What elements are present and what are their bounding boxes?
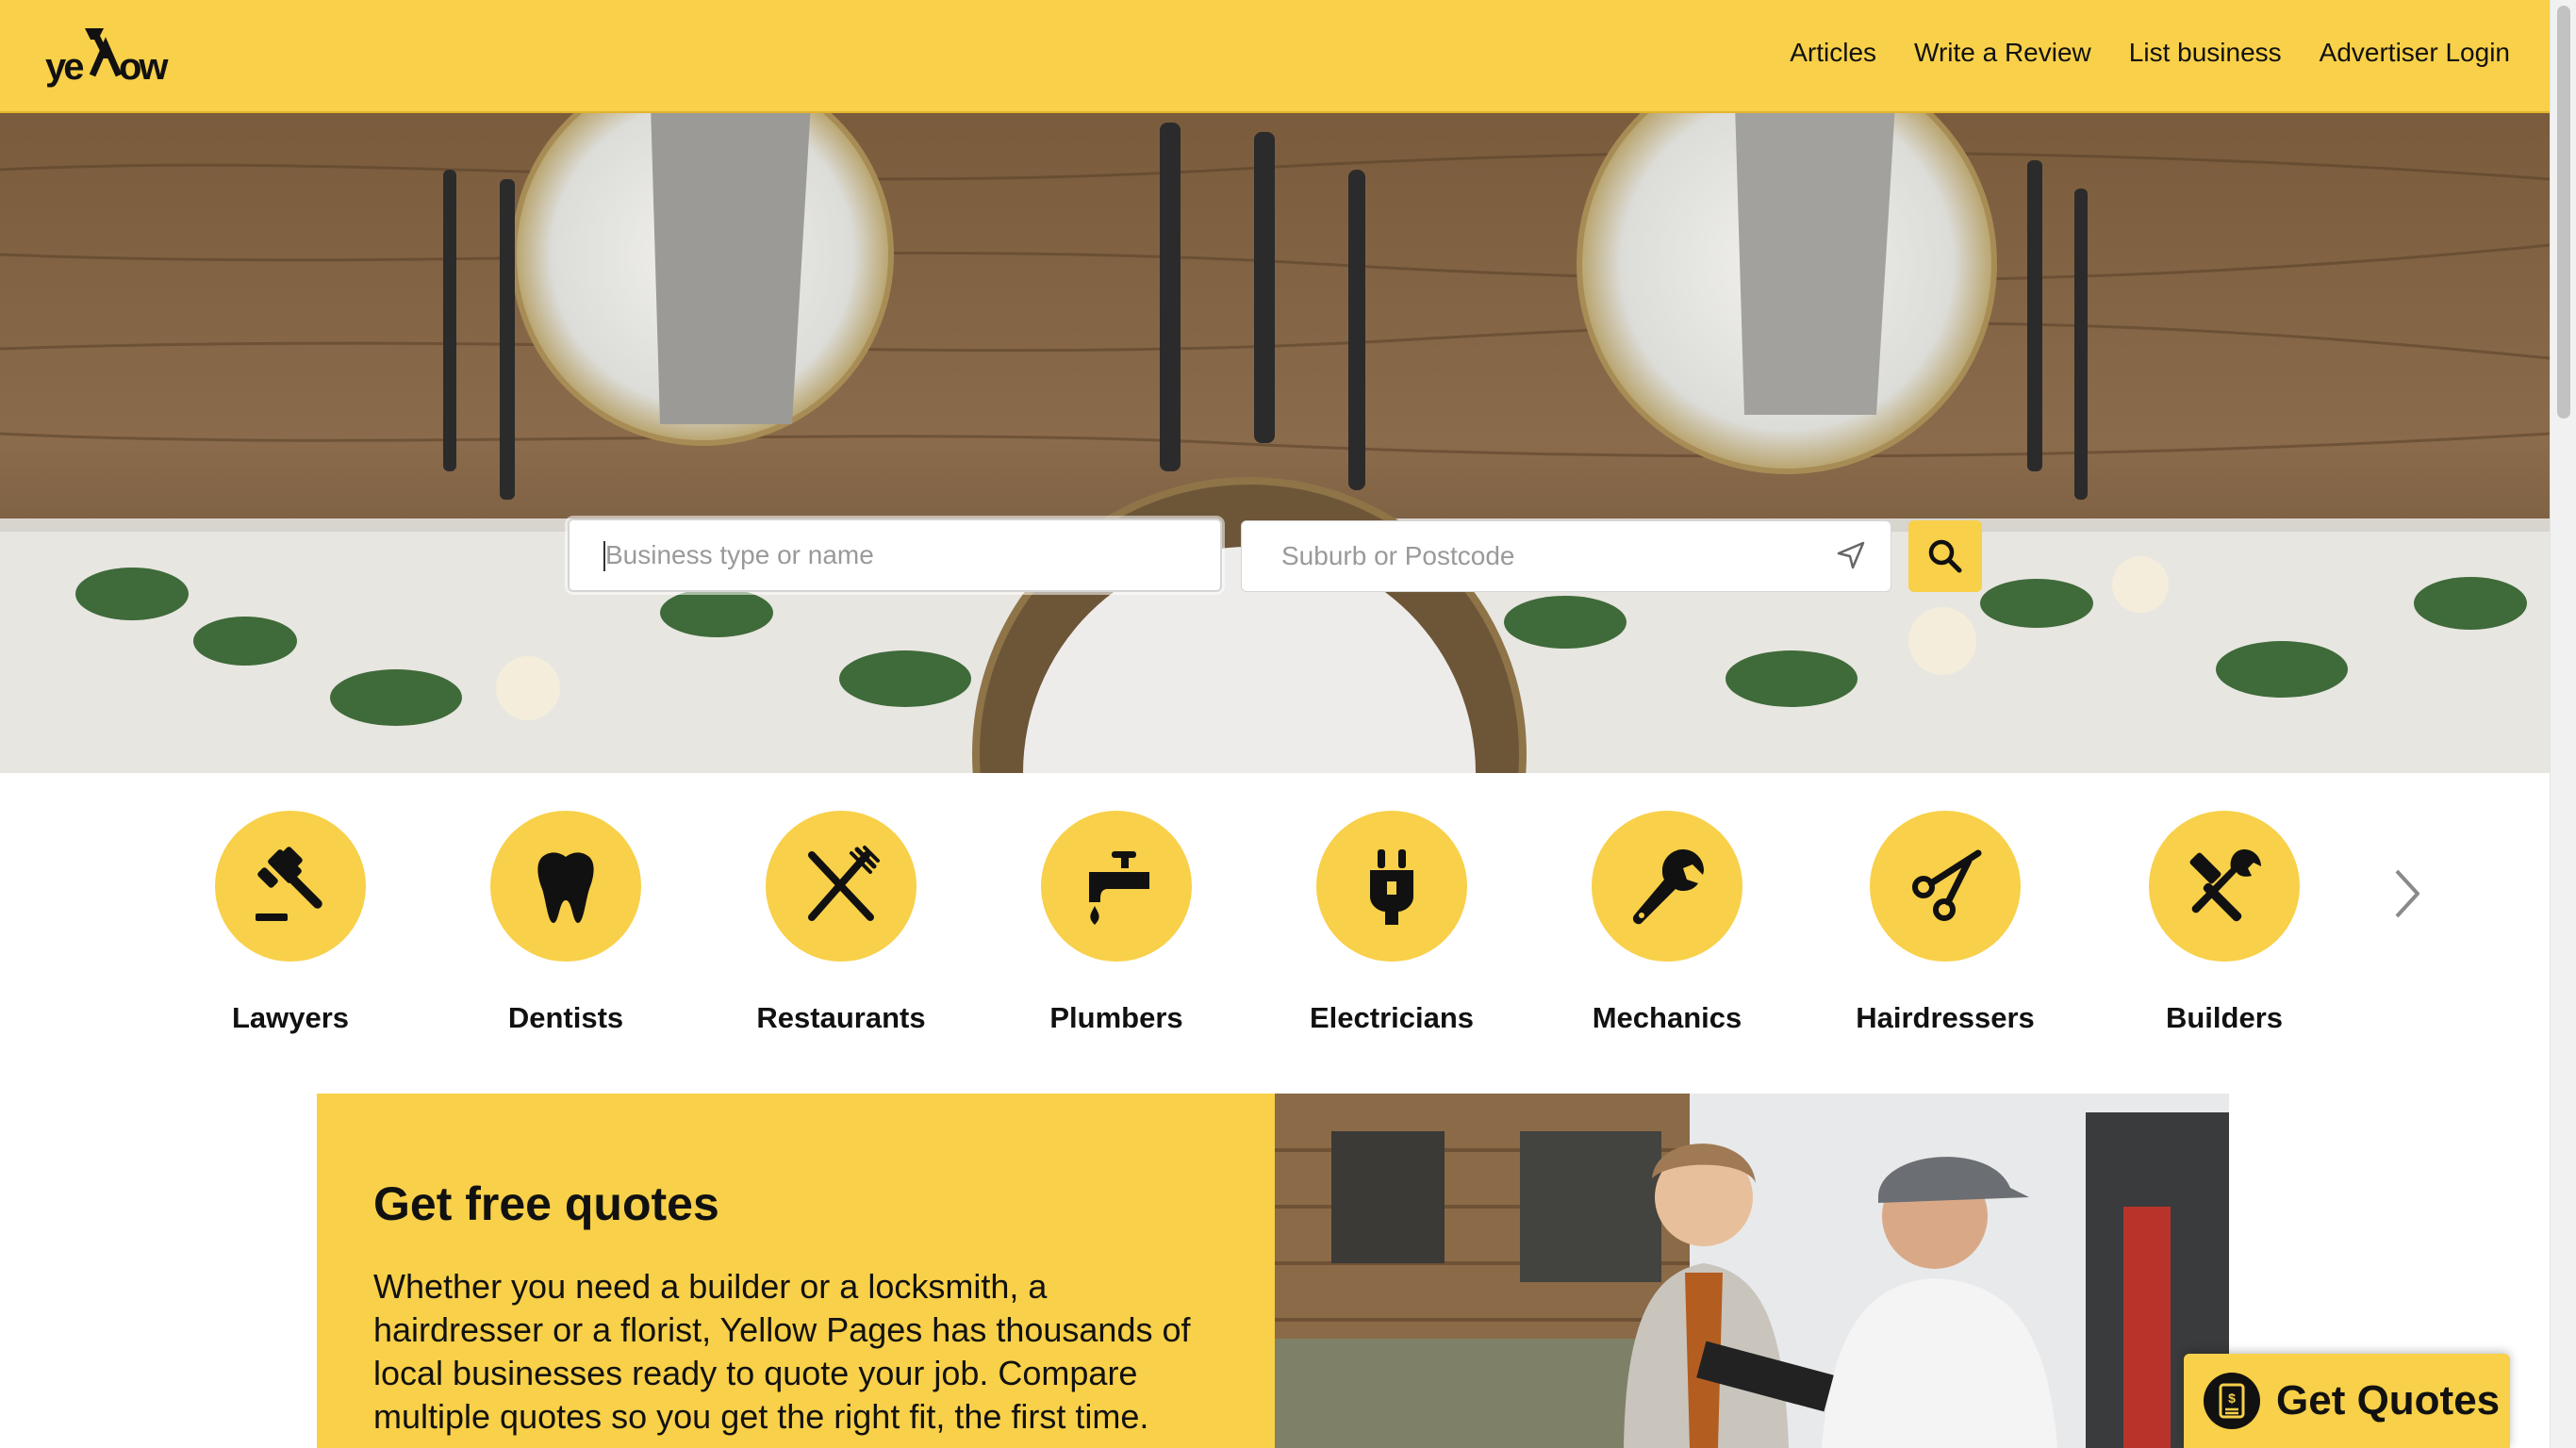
category-builders[interactable]: Builders [2102,811,2347,1035]
quote-dollar-icon: $ [2204,1373,2260,1429]
category-hairdressers[interactable]: Hairdressers [1823,811,2068,1035]
category-icon-circle [1316,811,1467,962]
page-scrollbar[interactable] [2550,0,2576,1448]
free-quotes-title: Get free quotes [373,1177,719,1230]
free-quotes-panel: Get free quotes Whether you need a build… [317,1094,1275,1448]
category-icon-circle [490,811,641,962]
site-header: ye ow Articles Write a Review List busin… [0,0,2550,113]
wrench-icon [1632,849,1704,925]
category-label: Lawyers [231,1001,350,1034]
category-plumbers[interactable]: Plumbers [994,811,1239,1035]
search-icon [1928,539,1962,573]
fork-knife-icon [808,846,880,921]
location-search-input[interactable] [1241,520,1891,592]
scrollbar-thumb[interactable] [2557,6,2570,419]
chevron-right-icon[interactable] [2386,865,2427,922]
get-quotes-button[interactable]: $ Get Quotes [2184,1354,2510,1448]
gavel-icon [256,847,322,921]
nav-write-review[interactable]: Write a Review [1914,38,2091,68]
category-label: Builders [2165,1001,2284,1034]
free-quotes-description: Whether you need a builder or a locksmit… [373,1267,1191,1436]
svg-text:ye: ye [45,46,83,88]
search-button[interactable] [1908,520,1982,592]
hero-banner [0,113,2550,773]
category-mechanics[interactable]: Mechanics [1544,811,1790,1035]
category-label: Restaurants [756,1001,926,1034]
text-cursor [603,541,605,571]
category-label: Dentists [507,1001,624,1034]
nav-advertiser-login[interactable]: Advertiser Login [2320,38,2510,68]
tradesperson-photo [1275,1094,2229,1448]
svg-text:ow: ow [119,46,169,88]
category-label: Mechanics [1592,1001,1742,1034]
svg-text:$: $ [2228,1390,2236,1406]
category-restaurants[interactable]: Restaurants [718,811,964,1035]
top-nav: Articles Write a Review List business Ad… [1790,38,2510,68]
category-icon-circle [766,811,916,962]
category-label: Hairdressers [1856,1001,2035,1034]
category-label: Electricians [1309,1001,1475,1034]
category-lawyers[interactable]: Lawyers [168,811,413,1035]
category-icon-circle [1592,811,1742,962]
category-icon-circle [2149,811,2300,962]
category-carousel: Lawyers Dentists Restaurants Plumbers El… [0,773,2550,1094]
yellow-logo[interactable]: ye ow [43,25,185,90]
scissors-icon [1912,849,1982,921]
category-dentists[interactable]: Dentists [443,811,688,1035]
hero-background-image [0,113,2550,773]
hammer-wrench-icon [2189,849,2261,922]
get-quotes-label: Get Quotes [2276,1377,2501,1423]
nav-articles[interactable]: Articles [1790,38,1876,68]
category-electricians[interactable]: Electricians [1269,811,1514,1035]
promo-photo [1275,1094,2229,1448]
tap-icon [1089,851,1149,925]
location-arrow-icon[interactable] [1835,539,1867,571]
category-label: Plumbers [1049,1001,1183,1034]
business-search-input[interactable] [568,518,1222,592]
tooth-icon [537,852,594,923]
category-icon-circle [215,811,366,962]
nav-list-business[interactable]: List business [2129,38,2282,68]
plug-icon [1370,849,1413,925]
category-icon-circle [1870,811,2021,962]
category-icon-circle [1041,811,1192,962]
